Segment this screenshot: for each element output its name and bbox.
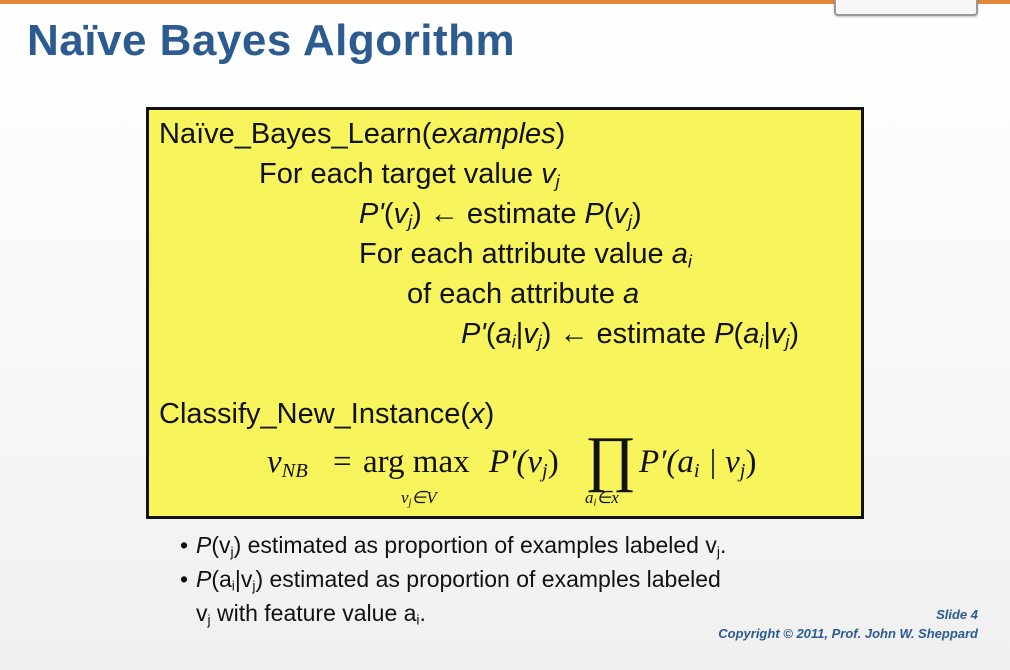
- var-v: v: [523, 318, 538, 350]
- open: (v: [211, 532, 231, 558]
- copyright: Copyright © 2011, Prof. John W. Sheppard: [718, 626, 978, 641]
- for-target-text: For each target value: [259, 158, 542, 190]
- var-v: v: [541, 158, 556, 190]
- paren: (: [733, 318, 744, 350]
- v: v: [196, 600, 208, 626]
- nb-formula: vNB = arg max vj∈V P′(vj) ∏ ai∈x P′(ai |…: [267, 428, 807, 518]
- formula-eq: =: [333, 444, 352, 480]
- formula-argmax: arg max: [363, 444, 470, 480]
- paren: ): [632, 198, 642, 230]
- var-a: a: [623, 278, 640, 310]
- list-item: • P(vj) estimated as proportion of examp…: [180, 528, 880, 562]
- var-v: v: [613, 198, 629, 230]
- learn-header: Naïve_Bayes_Learn(examples): [159, 118, 565, 151]
- slide-title: Naïve Bayes Algorithm: [27, 16, 516, 65]
- p-prime: P': [359, 198, 384, 230]
- learn-name: Naïve_Bayes_Learn(: [159, 118, 432, 150]
- classify-header: Classify_New_Instance(x): [159, 398, 494, 431]
- classify-name: Classify_New_Instance(: [159, 398, 471, 430]
- formula-term2: P′(ai | vj): [639, 444, 757, 483]
- var-a: a: [671, 238, 688, 270]
- bar: |: [763, 318, 771, 350]
- period: .: [419, 600, 426, 626]
- slide: Naïve Bayes Algorithm Naïve_Bayes_Learn(…: [0, 0, 1010, 670]
- bullet-icon: •: [180, 532, 189, 558]
- var-v: v: [393, 198, 409, 230]
- note-text: ) estimated as proportion of examples la…: [255, 566, 721, 592]
- list-item-continuation: vj with feature value ai.: [180, 596, 880, 630]
- formula-prod-under: ai∈x: [585, 488, 619, 509]
- period: .: [719, 532, 727, 558]
- sub-j: j: [555, 171, 560, 192]
- for-each-attr-line: For each attribute value ai: [359, 238, 692, 271]
- paren: (: [383, 198, 394, 230]
- classify-arg: x: [470, 398, 485, 430]
- estimate-prior-line: P'(vj) ← estimate P(vj): [359, 198, 642, 231]
- slide-number: Slide 4: [936, 607, 978, 622]
- of-each-text: of each attribute: [407, 278, 624, 310]
- for-attr-text: For each attribute value: [359, 238, 672, 270]
- arrow-estimate: ← estimate: [551, 318, 715, 350]
- mid: |v: [234, 566, 253, 592]
- p-prime: P': [461, 318, 486, 350]
- list-item: • P(ai|vj) estimated as proportion of ex…: [180, 562, 880, 596]
- paren: (: [603, 198, 614, 230]
- learn-arg: examples: [431, 118, 556, 150]
- sub-i: i: [687, 251, 692, 272]
- paren: ): [541, 318, 552, 350]
- notes-list: • P(vj) estimated as proportion of examp…: [180, 528, 880, 630]
- formula-lhs: vNB: [267, 444, 308, 483]
- arrow-estimate: ← estimate: [421, 198, 585, 230]
- formula-term1: P′(vj): [489, 444, 559, 483]
- note-text: with feature value a: [210, 600, 417, 626]
- paren: ): [789, 318, 800, 350]
- learn-close: ): [555, 118, 566, 150]
- classify-close: ): [484, 398, 495, 430]
- paren: ): [412, 198, 422, 230]
- algorithm-box: Naïve_Bayes_Learn(examples) For each tar…: [146, 107, 864, 519]
- bullet-icon: •: [180, 566, 189, 592]
- product-icon: ∏: [585, 425, 637, 493]
- estimate-likelihood-line: P'(ai|vj) ← estimate P(ai|vj): [461, 318, 799, 351]
- p: P: [196, 532, 212, 558]
- for-each-target-line: For each target value vj: [259, 158, 560, 191]
- paren: (: [485, 318, 496, 350]
- of-each-attr-line: of each attribute a: [407, 278, 639, 311]
- p: P: [714, 318, 734, 350]
- open: (a: [211, 566, 232, 592]
- formula-argmax-under: vj∈V: [401, 488, 437, 509]
- p: P: [584, 198, 604, 230]
- var-v: v: [770, 318, 786, 350]
- var-a: a: [495, 318, 512, 350]
- p: P: [196, 566, 212, 592]
- var-a: a: [743, 318, 760, 350]
- note-text: ) estimated as proportion of examples la…: [233, 532, 717, 558]
- toolbar-button[interactable]: [834, 0, 978, 16]
